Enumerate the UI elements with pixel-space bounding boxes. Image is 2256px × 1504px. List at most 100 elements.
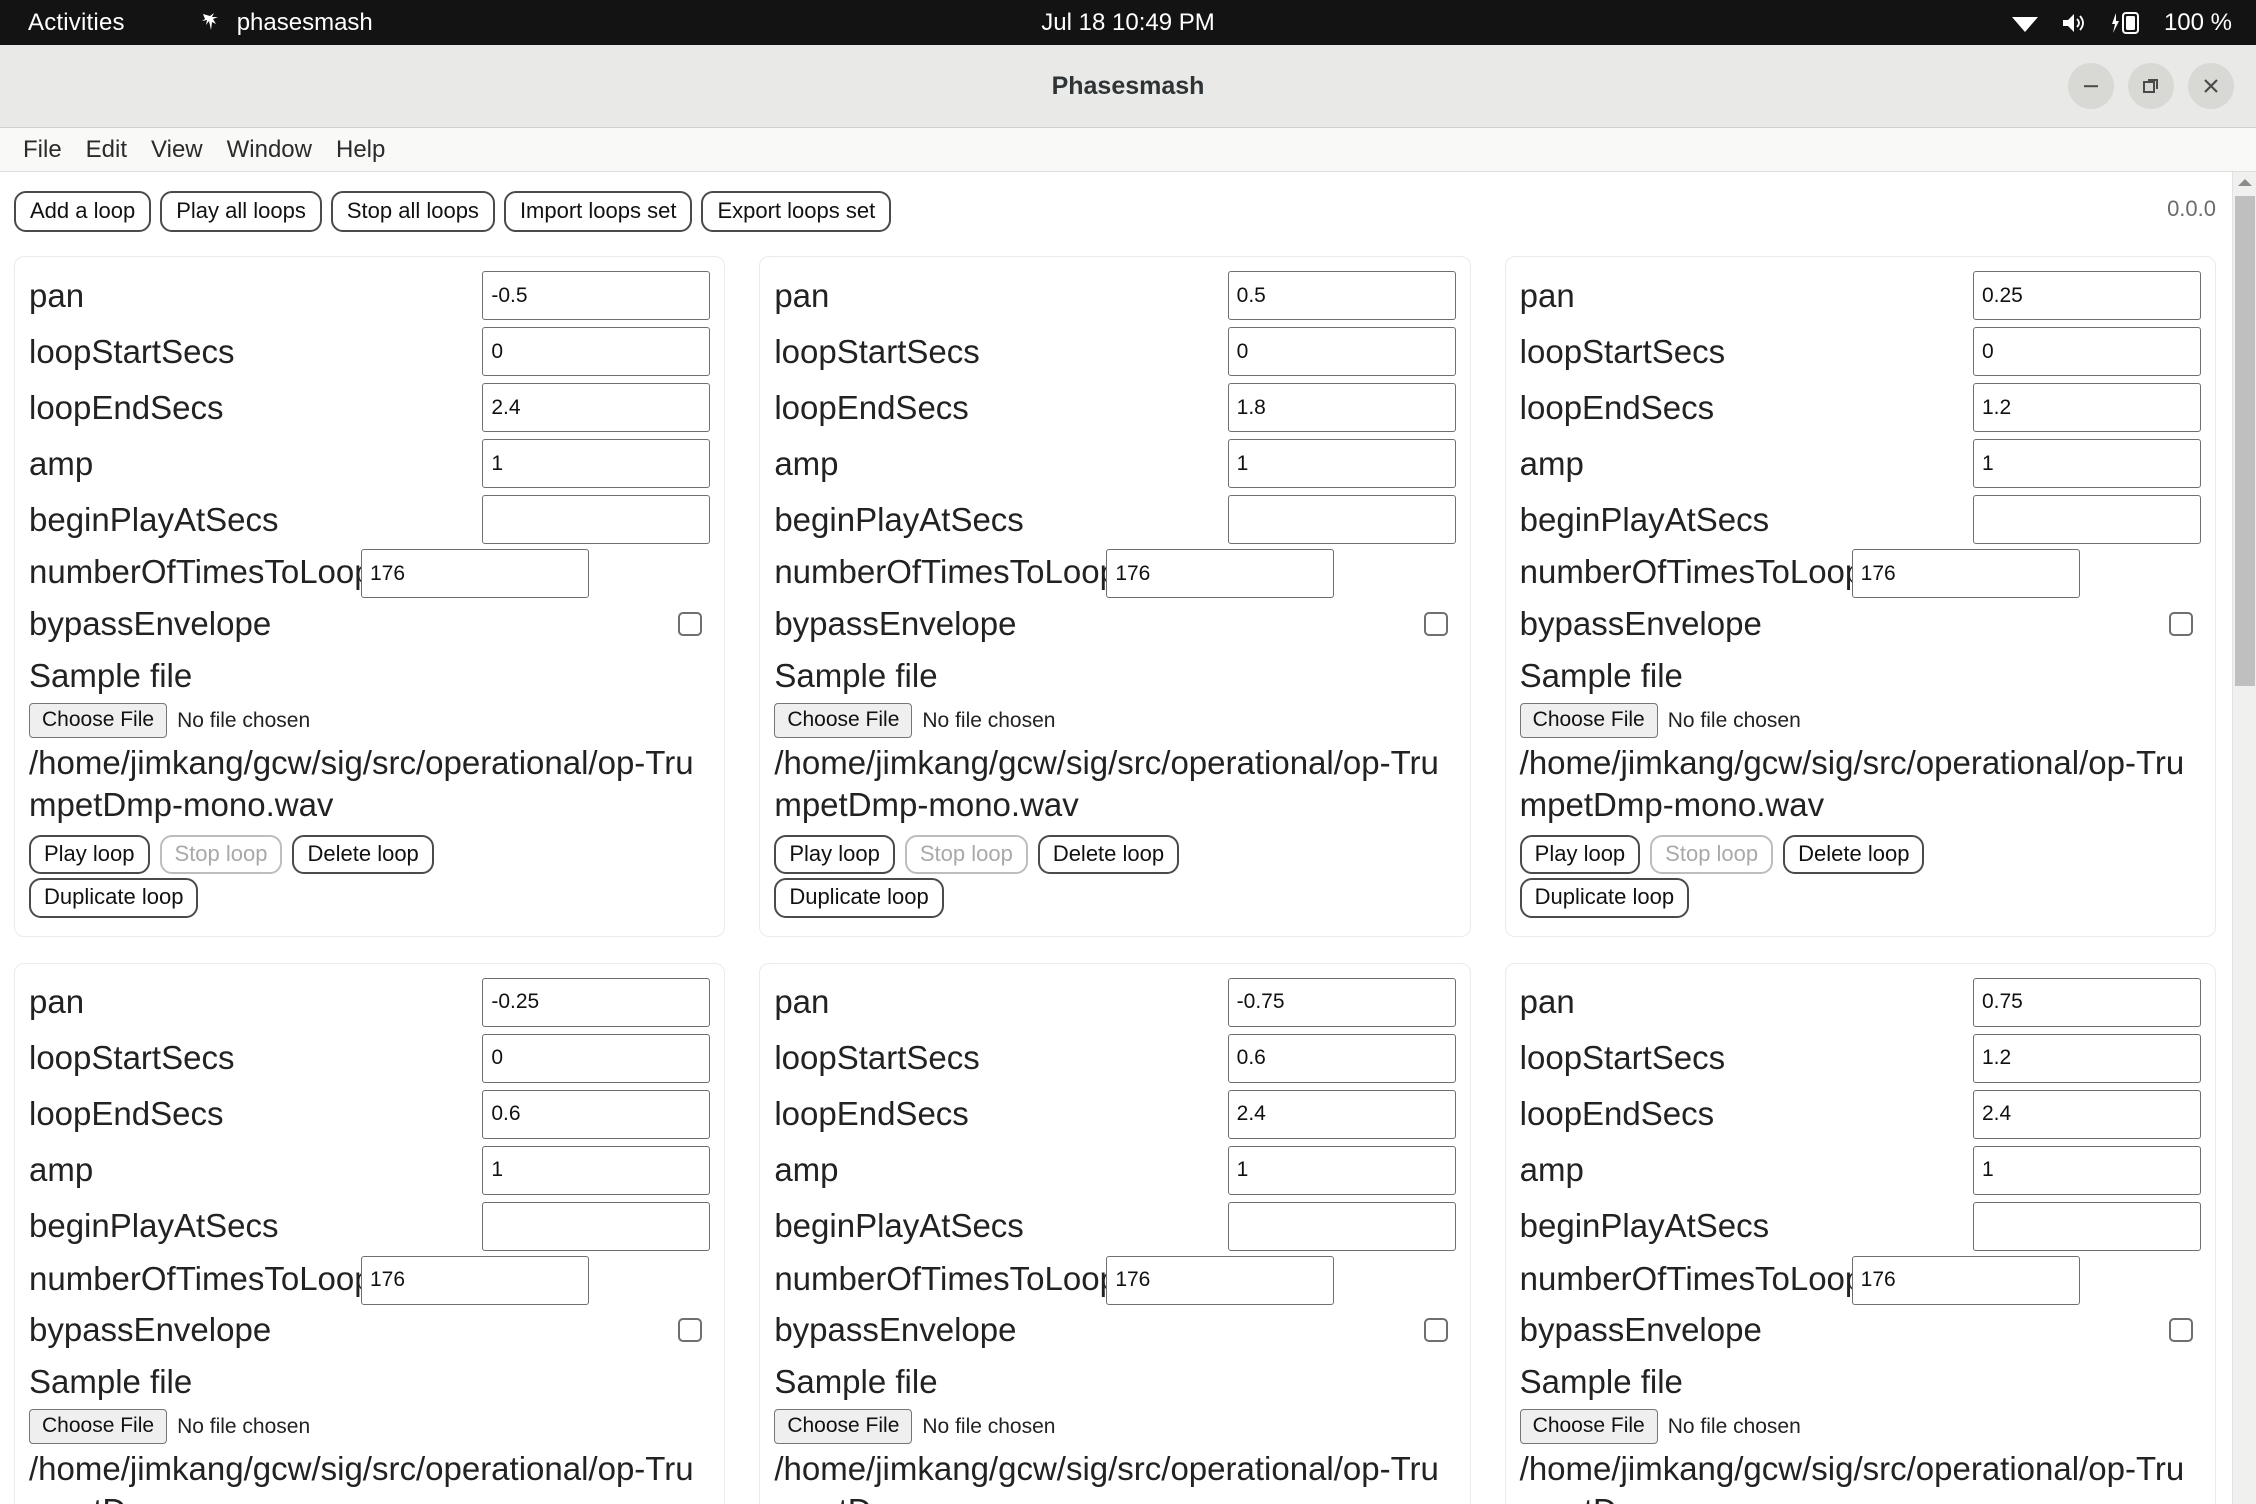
field-row-bypassenvelope: bypassEnvelope	[29, 1309, 710, 1351]
input-beginplayatsecs[interactable]	[1228, 1202, 1456, 1251]
input-pan[interactable]	[1228, 978, 1456, 1027]
maximize-button[interactable]	[2128, 63, 2174, 109]
battery-charging-icon	[2110, 10, 2144, 36]
input-amp[interactable]	[1973, 1146, 2201, 1195]
input-numberoftimestoloop[interactable]	[1106, 1256, 1334, 1305]
label-pan: pan	[29, 275, 84, 317]
duplicate-loop-button[interactable]: Duplicate loop	[774, 878, 943, 917]
system-tray[interactable]: 100 %	[2010, 9, 2232, 37]
input-beginplayatsecs[interactable]	[482, 495, 710, 544]
app-indicator[interactable]: phasesmash	[195, 8, 373, 38]
label-amp: amp	[29, 1149, 93, 1191]
sample-path-label: /home/jimkang/gcw/sig/src/operational/op…	[774, 1448, 1455, 1504]
activities-button[interactable]: Activities	[28, 9, 125, 37]
input-numberoftimestoloop[interactable]	[361, 1256, 589, 1305]
input-amp[interactable]	[482, 439, 710, 488]
scrollbar-thumb[interactable]	[2235, 196, 2255, 686]
label-amp: amp	[774, 1149, 838, 1191]
delete-loop-button[interactable]: Delete loop	[1038, 835, 1179, 874]
label-loopendsecs: loopEndSecs	[29, 387, 223, 429]
field-row-loopendsecs: loopEndSecs	[774, 383, 1455, 432]
input-pan[interactable]	[1973, 271, 2201, 320]
input-loopstartsecs[interactable]	[1973, 327, 2201, 376]
menu-item-edit[interactable]: Edit	[74, 136, 139, 164]
scroll-up-button[interactable]	[2233, 172, 2256, 194]
label-beginplayatsecs: beginPlayAtSecs	[774, 499, 1023, 541]
clock[interactable]: Jul 18 10:49 PM	[1041, 9, 1214, 37]
checkbox-bypassenvelope[interactable]	[678, 612, 702, 636]
field-row-numberoftimestoloop: numberOfTimesToLoop	[774, 1258, 1455, 1300]
input-beginplayatsecs[interactable]	[482, 1202, 710, 1251]
input-loopendsecs[interactable]	[482, 383, 710, 432]
checkbox-bypassenvelope[interactable]	[2169, 1318, 2193, 1342]
choose-file-button[interactable]: Choose File	[29, 703, 167, 738]
input-beginplayatsecs[interactable]	[1973, 495, 2201, 544]
checkbox-bypassenvelope[interactable]	[1424, 1318, 1448, 1342]
field-row-loopstartsecs: loopStartSecs	[1520, 1034, 2201, 1083]
minimize-icon	[2080, 75, 2102, 97]
input-beginplayatsecs[interactable]	[1228, 495, 1456, 544]
input-numberoftimestoloop[interactable]	[361, 549, 589, 598]
label-beginplayatsecs: beginPlayAtSecs	[29, 1205, 278, 1247]
menu-item-help[interactable]: Help	[324, 136, 397, 164]
menu-item-view[interactable]: View	[139, 136, 215, 164]
no-file-chosen-label: No file chosen	[922, 1415, 1055, 1439]
duplicate-loop-button[interactable]: Duplicate loop	[29, 878, 198, 917]
input-pan[interactable]	[482, 271, 710, 320]
checkbox-bypassenvelope[interactable]	[2169, 612, 2193, 636]
choose-file-button[interactable]: Choose File	[29, 1409, 167, 1444]
label-amp: amp	[1520, 1149, 1584, 1191]
input-loopstartsecs[interactable]	[482, 327, 710, 376]
input-beginplayatsecs[interactable]	[1973, 1202, 2201, 1251]
menu-item-file[interactable]: File	[11, 136, 74, 164]
input-loopstartsecs[interactable]	[1973, 1034, 2201, 1083]
play-loop-button[interactable]: Play loop	[774, 835, 895, 874]
field-row-amp: amp	[29, 439, 710, 488]
menu-bar: FileEditViewWindowHelp	[0, 128, 2256, 172]
input-numberoftimestoloop[interactable]	[1852, 1256, 2080, 1305]
choose-file-button[interactable]: Choose File	[774, 1409, 912, 1444]
no-file-chosen-label: No file chosen	[1668, 709, 1801, 733]
vertical-scrollbar[interactable]	[2232, 172, 2256, 1504]
input-pan[interactable]	[1228, 271, 1456, 320]
toolbar-button-add-a-loop[interactable]: Add a loop	[14, 191, 151, 232]
input-loopstartsecs[interactable]	[1228, 1034, 1456, 1083]
input-loopendsecs[interactable]	[482, 1090, 710, 1139]
input-loopstartsecs[interactable]	[482, 1034, 710, 1083]
input-numberoftimestoloop[interactable]	[1106, 549, 1334, 598]
input-loopendsecs[interactable]	[1228, 383, 1456, 432]
delete-loop-button[interactable]: Delete loop	[1783, 835, 1924, 874]
input-loopendsecs[interactable]	[1228, 1090, 1456, 1139]
toolbar-button-play-all-loops[interactable]: Play all loops	[160, 191, 322, 232]
menu-item-window[interactable]: Window	[215, 136, 324, 164]
close-button[interactable]	[2188, 63, 2234, 109]
toolbar-button-stop-all-loops[interactable]: Stop all loops	[331, 191, 495, 232]
input-loopendsecs[interactable]	[1973, 383, 2201, 432]
loop-duplicate-row: Duplicate loop	[29, 878, 710, 917]
choose-file-button[interactable]: Choose File	[774, 703, 912, 738]
checkbox-bypassenvelope[interactable]	[678, 1318, 702, 1342]
input-pan[interactable]	[482, 978, 710, 1027]
minimize-button[interactable]	[2068, 63, 2114, 109]
choose-file-button[interactable]: Choose File	[1520, 703, 1658, 738]
input-loopendsecs[interactable]	[1973, 1090, 2201, 1139]
input-pan[interactable]	[1973, 978, 2201, 1027]
input-loopstartsecs[interactable]	[1228, 327, 1456, 376]
toolbar-button-export-loops-set[interactable]: Export loops set	[701, 191, 891, 232]
field-row-loopendsecs: loopEndSecs	[774, 1090, 1455, 1139]
input-numberoftimestoloop[interactable]	[1852, 549, 2080, 598]
label-pan: pan	[1520, 275, 1575, 317]
label-bypassenvelope: bypassEnvelope	[29, 603, 271, 645]
input-amp[interactable]	[482, 1146, 710, 1195]
input-amp[interactable]	[1973, 439, 2201, 488]
input-amp[interactable]	[1228, 1146, 1456, 1195]
toolbar-button-import-loops-set[interactable]: Import loops set	[504, 191, 693, 232]
choose-file-button[interactable]: Choose File	[1520, 1409, 1658, 1444]
play-loop-button[interactable]: Play loop	[29, 835, 150, 874]
input-amp[interactable]	[1228, 439, 1456, 488]
field-row-loopendsecs: loopEndSecs	[1520, 1090, 2201, 1139]
duplicate-loop-button[interactable]: Duplicate loop	[1520, 878, 1689, 917]
play-loop-button[interactable]: Play loop	[1520, 835, 1641, 874]
checkbox-bypassenvelope[interactable]	[1424, 612, 1448, 636]
delete-loop-button[interactable]: Delete loop	[292, 835, 433, 874]
